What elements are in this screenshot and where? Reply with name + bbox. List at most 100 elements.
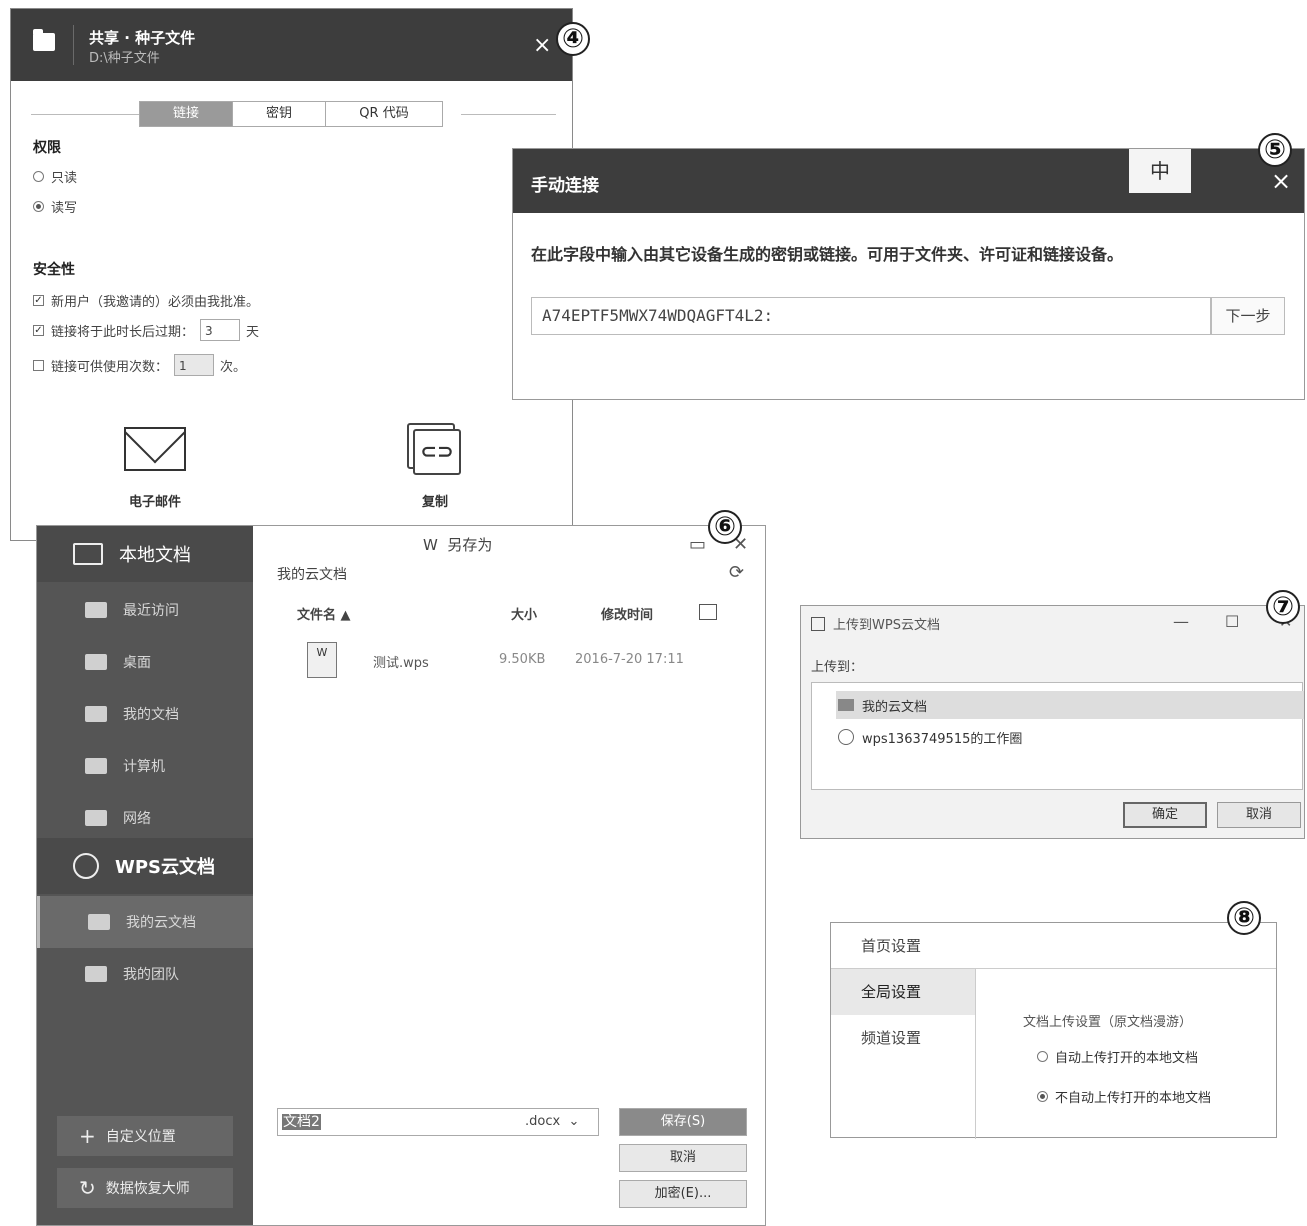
mail-icon: [124, 427, 186, 471]
computer-icon: [85, 758, 107, 774]
team-icon: [85, 966, 107, 982]
sidebar-section-local-label: 本地文档: [119, 545, 191, 566]
uses-option[interactable]: 链接可供使用次数： 1 次。: [33, 354, 246, 376]
tab-link[interactable]: 链接: [140, 102, 233, 126]
share-tabs: 链接 密钥 QR 代码: [139, 101, 443, 127]
sidebar-section-cloud[interactable]: WPS云文档: [37, 838, 253, 894]
no-auto-upload-option[interactable]: 不自动上传打开的本地文档: [1037, 1087, 1211, 1106]
nav-global-settings[interactable]: 全局设置: [831, 969, 975, 1015]
email-share-button[interactable]: 电子邮件: [115, 427, 195, 510]
divider: [975, 969, 976, 1139]
monitor-icon: [73, 543, 103, 565]
upload-target-tree: 我的云文档 wps1363749515的工作圈: [811, 682, 1304, 790]
sidebar-item-my-team[interactable]: 我的团队: [37, 948, 253, 1000]
ok-button[interactable]: 确定: [1123, 802, 1207, 828]
sidebar-item-computer[interactable]: 计算机: [37, 740, 253, 792]
approve-label: 新用户（我邀请的）必须由我批准。: [51, 295, 260, 310]
upload-cloud-titlebar: 上传到WPS云文档: [811, 614, 940, 633]
key-link-input[interactable]: A74EPTF5MWX74WDQAGFT4L2:: [531, 297, 1211, 335]
checkbox-checked-icon[interactable]: ✓: [33, 295, 44, 306]
manual-connect-dialog: 手动连接 中 × 在此字段中输入由其它设备生成的密钥或链接。可用于文件夹、许可证…: [512, 148, 1305, 400]
encrypt-button[interactable]: 加密(E)...: [619, 1180, 747, 1208]
save-as-dialog: 本地文档 最近访问 桌面 我的文档 计算机 网络 WPS云文档 我的云文档 我的…: [36, 525, 766, 1226]
file-row[interactable]: W 测试.wps 9.50KB 2016-7-20 17:11: [293, 638, 753, 684]
app-icon: [811, 616, 825, 631]
checkbox-checked-icon[interactable]: ✓: [33, 324, 44, 336]
step-marker-8: ⑧: [1227, 901, 1261, 935]
filetype-select[interactable]: .docx ⌄: [517, 1108, 599, 1136]
share-dialog: 共享 · 种子文件 D:\种子文件 × 链接 密钥 QR 代码 权限 只读 读写…: [10, 8, 573, 541]
column-size[interactable]: 大小: [511, 604, 537, 623]
nav-channel-settings[interactable]: 频道设置: [831, 1015, 975, 1061]
maximize-icon[interactable]: ▭: [689, 534, 706, 555]
next-button[interactable]: 下一步: [1211, 297, 1285, 335]
maximize-icon[interactable]: ☐: [1225, 612, 1239, 631]
uses-count-input[interactable]: 1: [174, 354, 215, 376]
step-marker-4: ④: [556, 22, 590, 56]
perm-readwrite-option[interactable]: 读写: [33, 197, 77, 216]
close-icon[interactable]: ×: [533, 35, 551, 57]
minimize-icon[interactable]: —: [1173, 612, 1189, 631]
new-folder-icon[interactable]: [699, 604, 717, 620]
column-modified[interactable]: 修改时间: [601, 604, 653, 623]
tree-item-my-cloud-docs[interactable]: 我的云文档: [836, 691, 1304, 719]
team-icon: [838, 729, 854, 745]
perm-readonly-option[interactable]: 只读: [33, 167, 77, 186]
column-name[interactable]: 文件名 ▲: [297, 604, 351, 623]
sidebar-section-local[interactable]: 本地文档: [37, 526, 253, 582]
expire-days-input[interactable]: 3: [200, 319, 241, 341]
folder-icon: [85, 706, 107, 722]
sidebar-item-my-documents[interactable]: 我的文档: [37, 688, 253, 740]
tree-item-workspace[interactable]: wps1363749515的工作圈: [838, 723, 1022, 751]
tab-key[interactable]: 密钥: [233, 102, 326, 126]
divider: [461, 114, 556, 115]
sidebar-item-desktop[interactable]: 桌面: [37, 636, 253, 688]
wps-file-icon: W: [307, 642, 337, 678]
step-marker-7: ⑦: [1266, 590, 1300, 624]
folder-icon: [33, 29, 55, 51]
custom-location-button[interactable]: + 自定义位置: [57, 1116, 233, 1156]
ime-indicator[interactable]: 中: [1129, 149, 1191, 193]
radio-icon[interactable]: [33, 171, 44, 182]
data-recovery-button[interactable]: ↻ 数据恢复大师: [57, 1168, 233, 1208]
file-size: 9.50KB: [499, 652, 546, 667]
plus-icon: +: [79, 1124, 96, 1148]
auto-upload-option[interactable]: 自动上传打开的本地文档: [1037, 1047, 1198, 1066]
sidebar-item-network[interactable]: 网络: [37, 792, 253, 844]
radio-icon[interactable]: [1037, 1051, 1048, 1062]
checkbox-icon[interactable]: [33, 359, 44, 371]
save-button[interactable]: 保存(S): [619, 1108, 747, 1136]
step-marker-5: ⑤: [1258, 133, 1292, 167]
share-dialog-title: 共享 · 种子文件: [89, 29, 196, 47]
manual-connect-title: 手动连接: [531, 176, 599, 196]
data-recovery-label: 数据恢复大师: [105, 1181, 190, 1197]
radio-selected-icon[interactable]: [1037, 1091, 1048, 1102]
perm-readwrite-label: 读写: [51, 201, 78, 216]
nav-home-settings[interactable]: 首页设置: [831, 923, 1276, 969]
manual-connect-description: 在此字段中输入由其它设备生成的密钥或链接。可用于文件夹、许可证和链接设备。: [531, 245, 1124, 264]
close-icon[interactable]: ×: [1271, 167, 1291, 195]
expire-option[interactable]: ✓ 链接将于此时长后过期： 3 天: [33, 319, 259, 341]
chevron-down-icon: ⌄: [568, 1114, 580, 1129]
sidebar-item-recent[interactable]: 最近访问: [37, 584, 253, 636]
step-marker-6: ⑥: [708, 510, 742, 544]
copy-share-button[interactable]: ⊂⊃ 复制: [395, 423, 475, 510]
refresh-icon[interactable]: ⟳: [729, 562, 744, 583]
approve-option[interactable]: ✓ 新用户（我邀请的）必须由我批准。: [33, 291, 259, 310]
custom-location-label: 自定义位置: [105, 1129, 176, 1145]
cancel-button[interactable]: 取消: [619, 1144, 747, 1172]
sidebar-item-label: 计算机: [123, 759, 165, 775]
file-modified: 2016-7-20 17:11: [575, 652, 684, 667]
filename-value: 文档2: [282, 1114, 321, 1130]
save-as-title-text: 另存为: [447, 536, 493, 554]
tree-item-label: wps1363749515的工作圈: [862, 731, 1023, 747]
sidebar-item-label: 桌面: [123, 655, 151, 671]
cancel-button[interactable]: 取消: [1217, 802, 1301, 828]
upload-cloud-dialog: 上传到WPS云文档 — ☐ ✕ 上传到： 我的云文档 wps1363749515…: [800, 605, 1305, 839]
sidebar-item-my-cloud-docs[interactable]: 我的云文档: [37, 896, 253, 948]
expire-unit: 天: [246, 324, 260, 340]
radio-selected-icon[interactable]: [33, 201, 44, 212]
permissions-label: 权限: [33, 140, 61, 156]
tab-qr-code[interactable]: QR 代码: [326, 102, 442, 126]
wps-writer-icon: W: [423, 536, 438, 554]
